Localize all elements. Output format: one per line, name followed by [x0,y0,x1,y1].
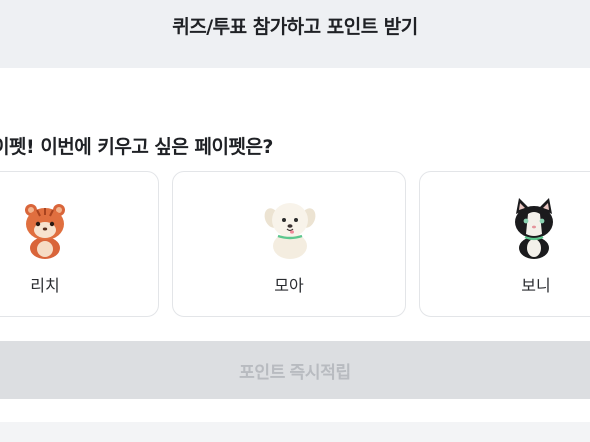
option-label-boni: 보니 [521,276,551,295]
option-card-moa[interactable]: 모아 [172,171,406,317]
quiz-screen: 퀴즈/투표 참가하고 포인트 받기 진 페이펫! 이번에 키우고 싶은 페이펫은… [0,0,590,442]
earn-points-button[interactable]: 포인트 즉시적립 [0,341,590,399]
orange-tiger-pet-icon [13,196,77,260]
option-label-richi: 리치 [30,276,60,295]
option-card-boni[interactable]: 보니 [419,171,590,317]
question-text: 진 페이펫! 이번에 키우고 싶은 페이펫은? [0,136,273,158]
option-label-moa: 모아 [274,276,304,295]
page-title: 퀴즈/투표 참가하고 포인트 받기 [172,15,418,38]
white-puppy-pet-icon [258,196,322,260]
header: 퀴즈/투표 참가하고 포인트 받기 [0,0,590,68]
quiz-panel: 진 페이펫! 이번에 키우고 싶은 페이펫은? [0,68,590,422]
option-card-richi[interactable]: 리치 [0,171,159,317]
black-cat-pet-icon [502,196,566,260]
footer-strip [0,422,590,442]
